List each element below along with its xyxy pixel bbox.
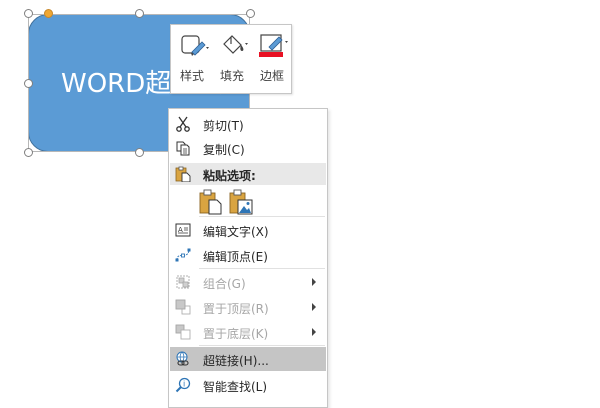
fill-button-label: 填充 [219,69,244,83]
menu-item-edit-points[interactable]: 编辑顶点(E) [170,243,326,267]
style-button[interactable]: 样式 [173,29,211,89]
menu-item-group[interactable]: 组合(G) [170,270,326,294]
menu-item-copy[interactable]: 复制(C) [170,136,326,160]
paste-keep-text-icon [199,189,222,215]
menu-item-label: 剪切(T) [203,119,244,133]
resize-handle-top-left[interactable] [24,9,33,18]
menu-item-cut[interactable]: 剪切(T) [170,112,326,136]
copy-icon [176,141,190,156]
menu-item-smart-lookup[interactable]: i 智能查找(L) [170,373,326,397]
fill-button[interactable]: 填充 [213,29,251,89]
clipboard-icon [175,166,191,182]
resize-handle-bottom-center[interactable] [135,148,144,157]
submenu-arrow-icon [312,278,316,286]
menu-item-label: 组合(G) [203,277,246,291]
submenu-arrow-icon [312,303,316,311]
paint-bucket-icon [223,35,248,54]
group-icon [176,275,190,289]
resize-handle-top-right[interactable] [246,9,255,18]
style-button-label: 样式 [179,69,204,83]
menu-item-label: 编辑文字(X) [203,225,269,239]
menu-item-label: 编辑顶点(E) [203,250,268,264]
paste-options-label: 粘贴选项: [203,169,256,183]
context-menu: 剪切(T) 复制(C) 粘贴选项: A 编辑文字(X) 编辑顶点(E) 组合(G… [168,108,328,408]
menu-item-label: 置于底层(K) [203,327,269,341]
paste-option-keep-text[interactable] [199,189,223,215]
paste-option-picture[interactable] [229,189,253,215]
adjustment-handle[interactable] [44,9,53,18]
menu-separator [199,216,325,217]
bring-to-front-icon [175,299,191,315]
hyperlink-icon [176,351,189,366]
menu-item-label: 复制(C) [203,143,245,157]
resize-handle-top-center[interactable] [135,9,144,18]
pen-outline-icon [259,34,288,57]
svg-text:i: i [183,380,185,389]
outline-button-label: 边框 [259,69,284,83]
paste-picture-icon [229,189,253,215]
edit-points-icon [175,248,191,262]
mini-toolbar: 样式 填充 边框 [170,24,292,94]
resize-handle-middle-left[interactable] [24,79,33,88]
menu-separator [199,345,325,346]
menu-item-label: 智能查找(L) [203,380,268,394]
menu-item-hyperlink[interactable]: 超链接(H)... [170,347,326,371]
menu-separator [199,268,325,269]
menu-item-edit-text[interactable]: A 编辑文字(X) [170,218,326,242]
submenu-arrow-icon [312,328,316,336]
menu-item-bring-to-front[interactable]: 置于顶层(R) [170,295,326,319]
menu-item-label: 超链接(H)... [203,354,269,368]
smart-lookup-icon: i [175,377,191,393]
edit-text-icon: A [175,223,191,237]
send-to-back-icon [175,324,191,340]
resize-handle-bottom-left[interactable] [24,148,33,157]
scissors-icon [176,116,190,132]
menu-item-label: 置于顶层(R) [203,302,269,316]
outline-button[interactable]: 边框 [253,29,291,89]
paste-options-header: 粘贴选项: [170,163,326,185]
shape-style-icon [181,35,209,56]
menu-item-send-to-back[interactable]: 置于底层(K) [170,320,326,344]
